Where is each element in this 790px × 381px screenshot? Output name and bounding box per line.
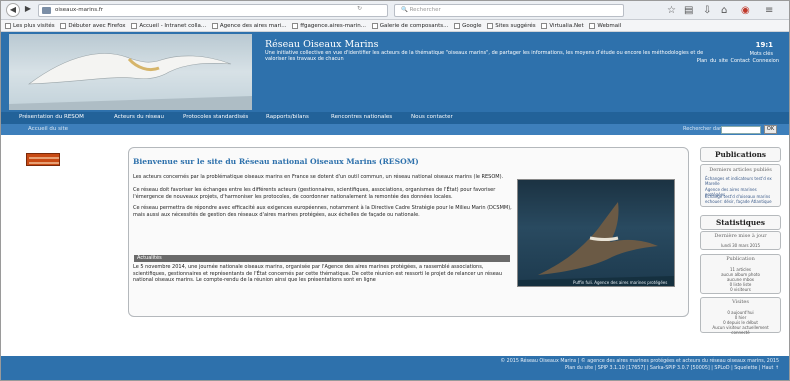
- bookmark-2[interactable]: Accueil - Intranet colla...: [131, 20, 206, 31]
- bookmark-icon: [5, 22, 11, 29]
- intro-paragraph-3: Ce réseau permettra de répondre avec eff…: [133, 205, 512, 218]
- last-update-label: Dernière mise à jour: [714, 233, 767, 239]
- reload-icon[interactable]: ↻: [357, 5, 362, 12]
- page-title: Bienvenue sur le site du Réseau national…: [133, 157, 419, 166]
- bookmark-7[interactable]: Sites suggérés: [487, 20, 536, 31]
- news-text: Le 5 novembre 2014, une journée national…: [133, 264, 507, 284]
- nav-item-rapports[interactable]: Rapports/bilans: [266, 114, 309, 120]
- site-search-input[interactable]: [721, 126, 761, 134]
- last-update-value: lundi 30 mars 2015: [721, 243, 760, 248]
- browser-search-input[interactable]: 🔍 Rechercher: [394, 4, 624, 17]
- gannet-banner-image: [9, 34, 252, 110]
- news-body: Le 5 novembre 2014, une journée national…: [133, 264, 503, 283]
- bookmark-icon: [454, 22, 461, 29]
- addon-icon[interactable]: ◉: [741, 4, 750, 17]
- visits-label: Visites: [732, 299, 749, 305]
- footer-copyright: © 2015 Réseau Oiseaux Marins | © agence …: [500, 359, 779, 364]
- browser-toolbar: ◀ ▶ oiseaux-marins.fr ↻ 🔍 Rechercher ☆ ▤…: [1, 1, 789, 20]
- reader-icon[interactable]: ▤: [684, 4, 693, 17]
- nav-item-presentation[interactable]: Présentation du RESOM: [19, 114, 84, 120]
- news-header: Actualités: [134, 255, 510, 262]
- bookmark-icon: [60, 22, 67, 29]
- star-icon[interactable]: ☆: [667, 4, 676, 17]
- publication-stat-line: 0 visiteurs: [730, 287, 751, 292]
- site-search-ok-button[interactable]: OK: [764, 125, 777, 134]
- nav-item-acteurs[interactable]: Acteurs du réseau: [114, 114, 164, 120]
- bookmark-icon: [487, 22, 494, 29]
- recent-article-link[interactable]: Échange test'd d'oiseaux marins echouer:…: [705, 194, 777, 204]
- bookmark-icon: [541, 22, 548, 29]
- site-icon: [42, 7, 51, 14]
- intro-paragraph-2: Ce réseau doit favoriser les échanges en…: [133, 187, 496, 200]
- font-size-control[interactable]: 19:1: [756, 41, 773, 49]
- nav-item-rencontres[interactable]: Rencontres nationales: [331, 114, 392, 120]
- menu-icon[interactable]: ≡: [765, 4, 773, 17]
- bookmark-8[interactable]: Virtualia.Net: [541, 20, 584, 31]
- back-icon[interactable]: ◀: [6, 3, 20, 17]
- site-title[interactable]: Réseau Oiseaux Marins: [265, 39, 379, 50]
- breadcrumb[interactable]: Accueil du site: [1, 124, 789, 135]
- bookmark-6[interactable]: Google: [454, 20, 482, 31]
- browser-window: ◀ ▶ oiseaux-marins.fr ↻ 🔍 Rechercher ☆ ▤…: [0, 0, 790, 381]
- recent-articles-heading: Derniers articles publiés: [709, 167, 772, 173]
- visits-line: Aucun visiteur actuellement connecté: [712, 325, 769, 335]
- bookmark-icon: [589, 22, 596, 29]
- bookmark-icon: [292, 22, 299, 29]
- stats-heading: Statistiques: [716, 218, 765, 227]
- bookmark-icon: [211, 22, 218, 29]
- bookmark-icon: [131, 22, 138, 29]
- bookmark-5[interactable]: Galerie de composants...: [371, 20, 448, 31]
- forward-icon[interactable]: ▶: [22, 3, 34, 15]
- bookmarks-bar: Les plus visités Débuter avec Firefox Ac…: [1, 20, 789, 32]
- intro-paragraph-1: Les acteurs concernés par la problématiq…: [133, 174, 504, 180]
- footer-links[interactable]: Plan du site | SPIP 3.1.10 [17657] | Sar…: [565, 366, 779, 371]
- publications-heading: Publications: [714, 150, 767, 159]
- site-subtitle: Une initiative collective en vue d'ident…: [265, 50, 704, 62]
- search-placeholder: Rechercher: [409, 7, 441, 13]
- url-text: oiseaux-marins.fr: [55, 7, 104, 13]
- home-icon[interactable]: ⌂: [721, 4, 727, 17]
- recent-article-link[interactable]: Échanges et indicateurs test'd ex Marell…: [705, 176, 777, 186]
- photo-caption: Puffin fuli. Agence des aires marines pr…: [573, 280, 668, 285]
- shearwater-photo: [517, 179, 675, 287]
- bookmark-0[interactable]: Les plus visités: [5, 20, 55, 31]
- url-bar[interactable]: oiseaux-marins.fr: [38, 4, 388, 17]
- bookmark-9[interactable]: Webmail: [589, 20, 621, 31]
- header-links[interactable]: Plan du site Contact Connexion: [697, 58, 779, 64]
- bookmark-icon: [371, 22, 378, 29]
- nav-item-protocoles[interactable]: Protocoles standardisés: [183, 114, 248, 120]
- publication-stats-label: Publication: [726, 256, 755, 262]
- main-nav: Présentation du RESOM Acteurs du réseau …: [1, 112, 789, 124]
- keywords-link[interactable]: Mots clés: [750, 51, 773, 57]
- rss-badge[interactable]: [26, 153, 60, 166]
- bookmark-1[interactable]: Débuter avec Firefox: [60, 20, 126, 31]
- download-icon[interactable]: ⇩: [703, 4, 711, 17]
- bookmark-4[interactable]: ffgagence.aires-marin...: [292, 20, 366, 31]
- nav-item-contact[interactable]: Nous contacter: [411, 114, 453, 120]
- bookmark-3[interactable]: Agence des aires mari...: [211, 20, 287, 31]
